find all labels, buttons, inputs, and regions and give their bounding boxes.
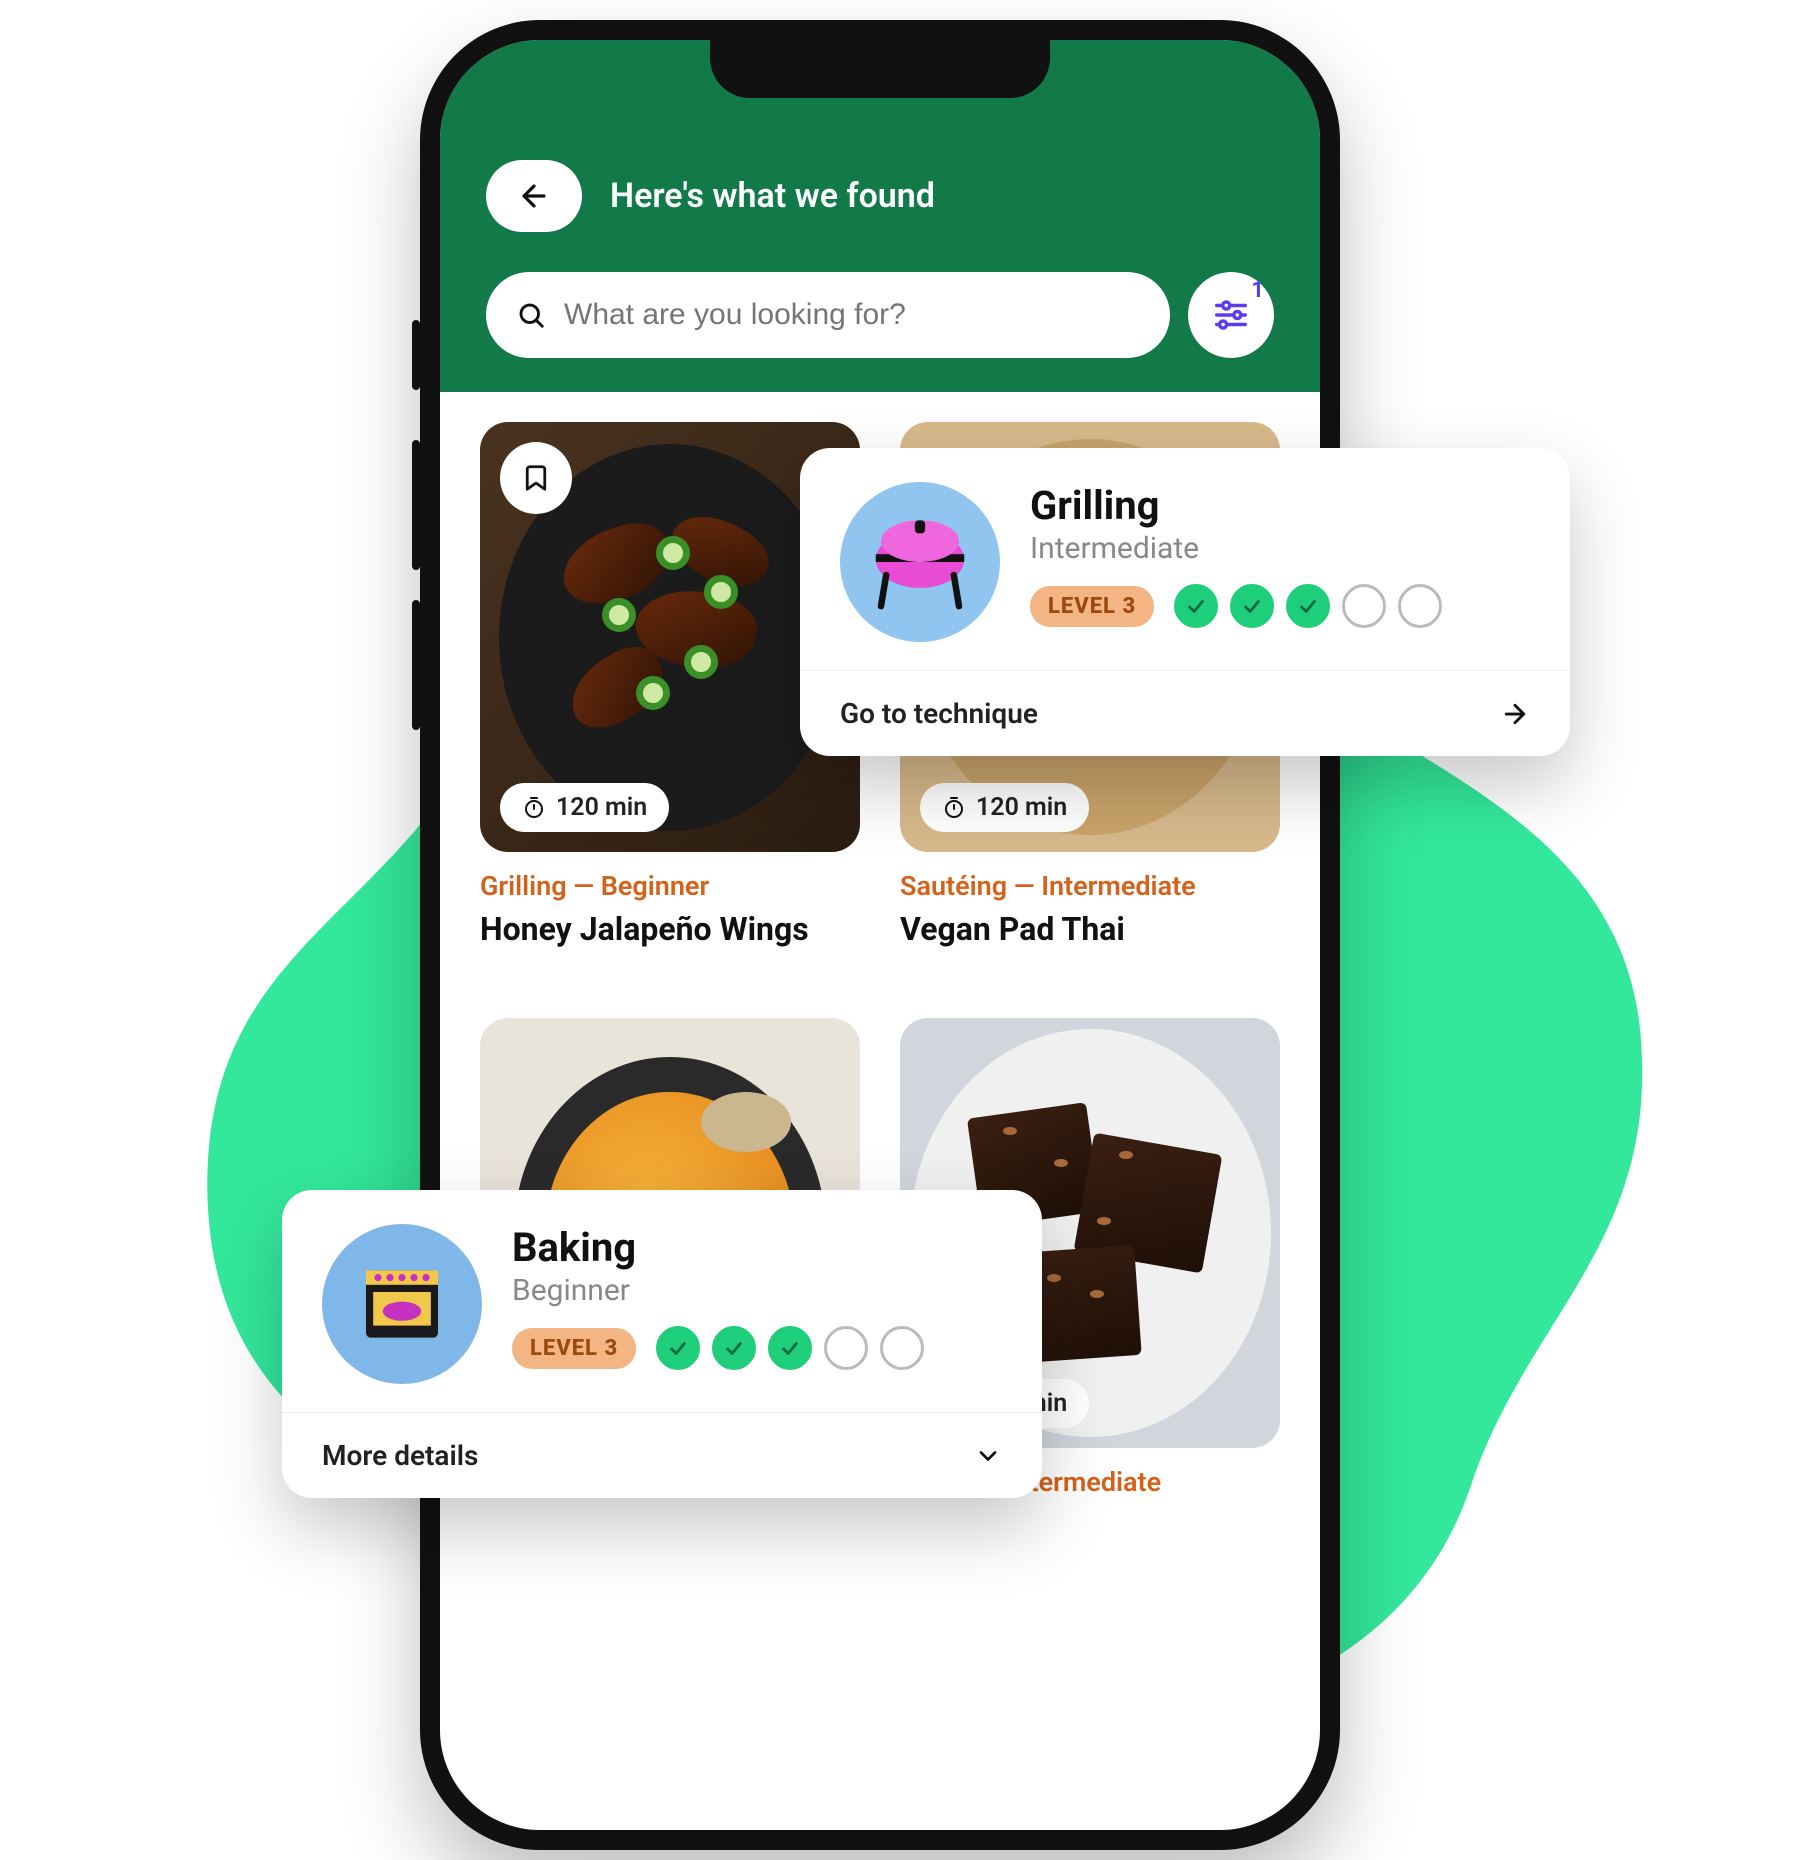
- search-input[interactable]: [564, 298, 1140, 332]
- progress-dot: [1286, 584, 1330, 628]
- phone-notch: [710, 40, 1050, 98]
- arrow-right-icon: [1500, 699, 1530, 729]
- baking-icon: [322, 1224, 482, 1384]
- technique-title: Grilling: [1030, 482, 1530, 529]
- stopwatch-icon: [942, 796, 966, 820]
- arrow-left-icon: [517, 179, 551, 213]
- time-label: 120 min: [556, 793, 647, 822]
- more-details-button[interactable]: More details: [282, 1412, 1042, 1498]
- grilling-icon: [840, 482, 1000, 642]
- chevron-down-icon: [974, 1442, 1002, 1470]
- cta-label: Go to technique: [840, 697, 1038, 730]
- progress-dots: [1174, 584, 1442, 628]
- search-box[interactable]: [486, 272, 1170, 358]
- sliders-icon: [1212, 296, 1250, 334]
- recipe-title: Vegan Pad Thai: [900, 910, 1280, 948]
- progress-dot: [656, 1326, 700, 1370]
- technique-popover-grilling: Grilling Intermediate LEVEL 3 Go to tech…: [800, 448, 1570, 756]
- phone-side-button: [412, 440, 420, 570]
- go-to-technique-button[interactable]: Go to technique: [800, 670, 1570, 756]
- cta-label: More details: [322, 1439, 478, 1472]
- phone-side-button: [412, 600, 420, 730]
- back-button[interactable]: [486, 160, 582, 232]
- time-label: 120 min: [976, 793, 1067, 822]
- filter-button[interactable]: 1: [1188, 272, 1274, 358]
- progress-dot: [1342, 584, 1386, 628]
- phone-frame: Here's what we found 1: [420, 20, 1340, 1850]
- progress-dot: [768, 1326, 812, 1370]
- progress-dot: [880, 1326, 924, 1370]
- bookmark-icon: [521, 463, 551, 493]
- time-chip: 120 min: [920, 783, 1089, 832]
- level-badge: LEVEL 3: [512, 1328, 636, 1369]
- bookmark-button[interactable]: [500, 442, 572, 514]
- stopwatch-icon: [522, 796, 546, 820]
- progress-dot: [824, 1326, 868, 1370]
- progress-dot: [712, 1326, 756, 1370]
- phone-screen: Here's what we found 1: [440, 40, 1320, 1830]
- progress-dot: [1174, 584, 1218, 628]
- progress-dot: [1230, 584, 1274, 628]
- time-chip: 120 min: [500, 783, 669, 832]
- technique-level-label: Beginner: [512, 1273, 1002, 1308]
- phone-side-button: [412, 320, 420, 390]
- progress-dots: [656, 1326, 924, 1370]
- page-title: Here's what we found: [610, 176, 935, 216]
- filter-count-badge: 1: [1251, 278, 1264, 303]
- recipe-title: Honey Jalapeño Wings: [480, 910, 860, 948]
- technique-popover-baking: Baking Beginner LEVEL 3 More details: [282, 1190, 1042, 1498]
- search-icon: [516, 300, 546, 330]
- recipe-category: Grilling — Beginner: [480, 870, 860, 902]
- technique-level-label: Intermediate: [1030, 531, 1530, 566]
- progress-dot: [1398, 584, 1442, 628]
- technique-title: Baking: [512, 1224, 1002, 1271]
- recipe-category: Sautéing — Intermediate: [900, 870, 1280, 902]
- level-badge: LEVEL 3: [1030, 586, 1154, 627]
